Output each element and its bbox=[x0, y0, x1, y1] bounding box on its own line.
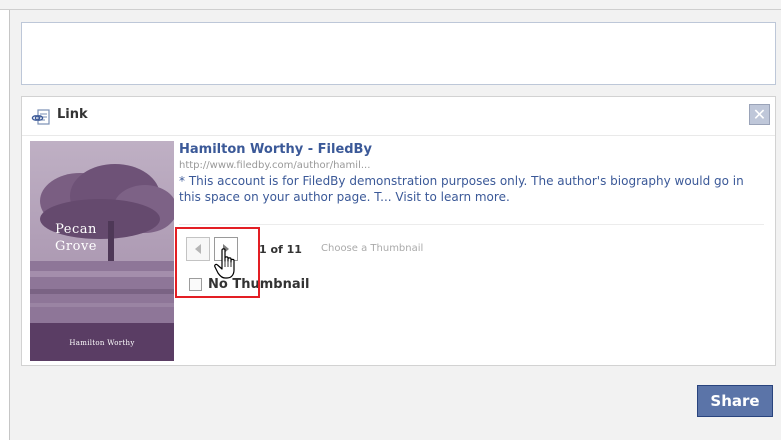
book-title-line: Pecan bbox=[55, 222, 97, 237]
book-title-line: Grove bbox=[55, 239, 97, 254]
link-thumbnail: Pecan Grove Hamilton Worthy bbox=[30, 141, 174, 361]
no-thumbnail-checkbox[interactable] bbox=[189, 278, 202, 291]
divider bbox=[179, 224, 764, 225]
book-author: Hamilton Worthy bbox=[69, 339, 135, 347]
remove-attachment-button[interactable]: ✕ bbox=[749, 104, 770, 125]
status-input[interactable] bbox=[21, 22, 776, 85]
hand-pointer-icon bbox=[214, 248, 235, 279]
link-title[interactable]: Hamilton Worthy - FiledBy bbox=[179, 142, 372, 158]
attachment-header: Link ✕ bbox=[22, 97, 775, 136]
choose-thumbnail-label: Choose a Thumbnail bbox=[321, 243, 424, 254]
book-title: Pecan Grove bbox=[30, 221, 122, 255]
share-button[interactable]: Share bbox=[697, 385, 773, 417]
link-url: http://www.filedby.com/author/hamil... bbox=[179, 160, 371, 171]
previous-thumbnail-button[interactable] bbox=[186, 237, 210, 261]
link-icon bbox=[31, 109, 50, 125]
link-description[interactable]: * This account is for FiledBy demonstrat… bbox=[179, 173, 759, 205]
chevron-left-icon bbox=[195, 244, 201, 254]
link-attachment: Link ✕ Pecan Grove Hamilton Worthy Hamil… bbox=[21, 96, 776, 366]
thumbnail-count: 1 of 11 bbox=[259, 243, 302, 256]
attachment-type-label: Link bbox=[57, 107, 88, 122]
window-top-edge bbox=[0, 0, 781, 10]
